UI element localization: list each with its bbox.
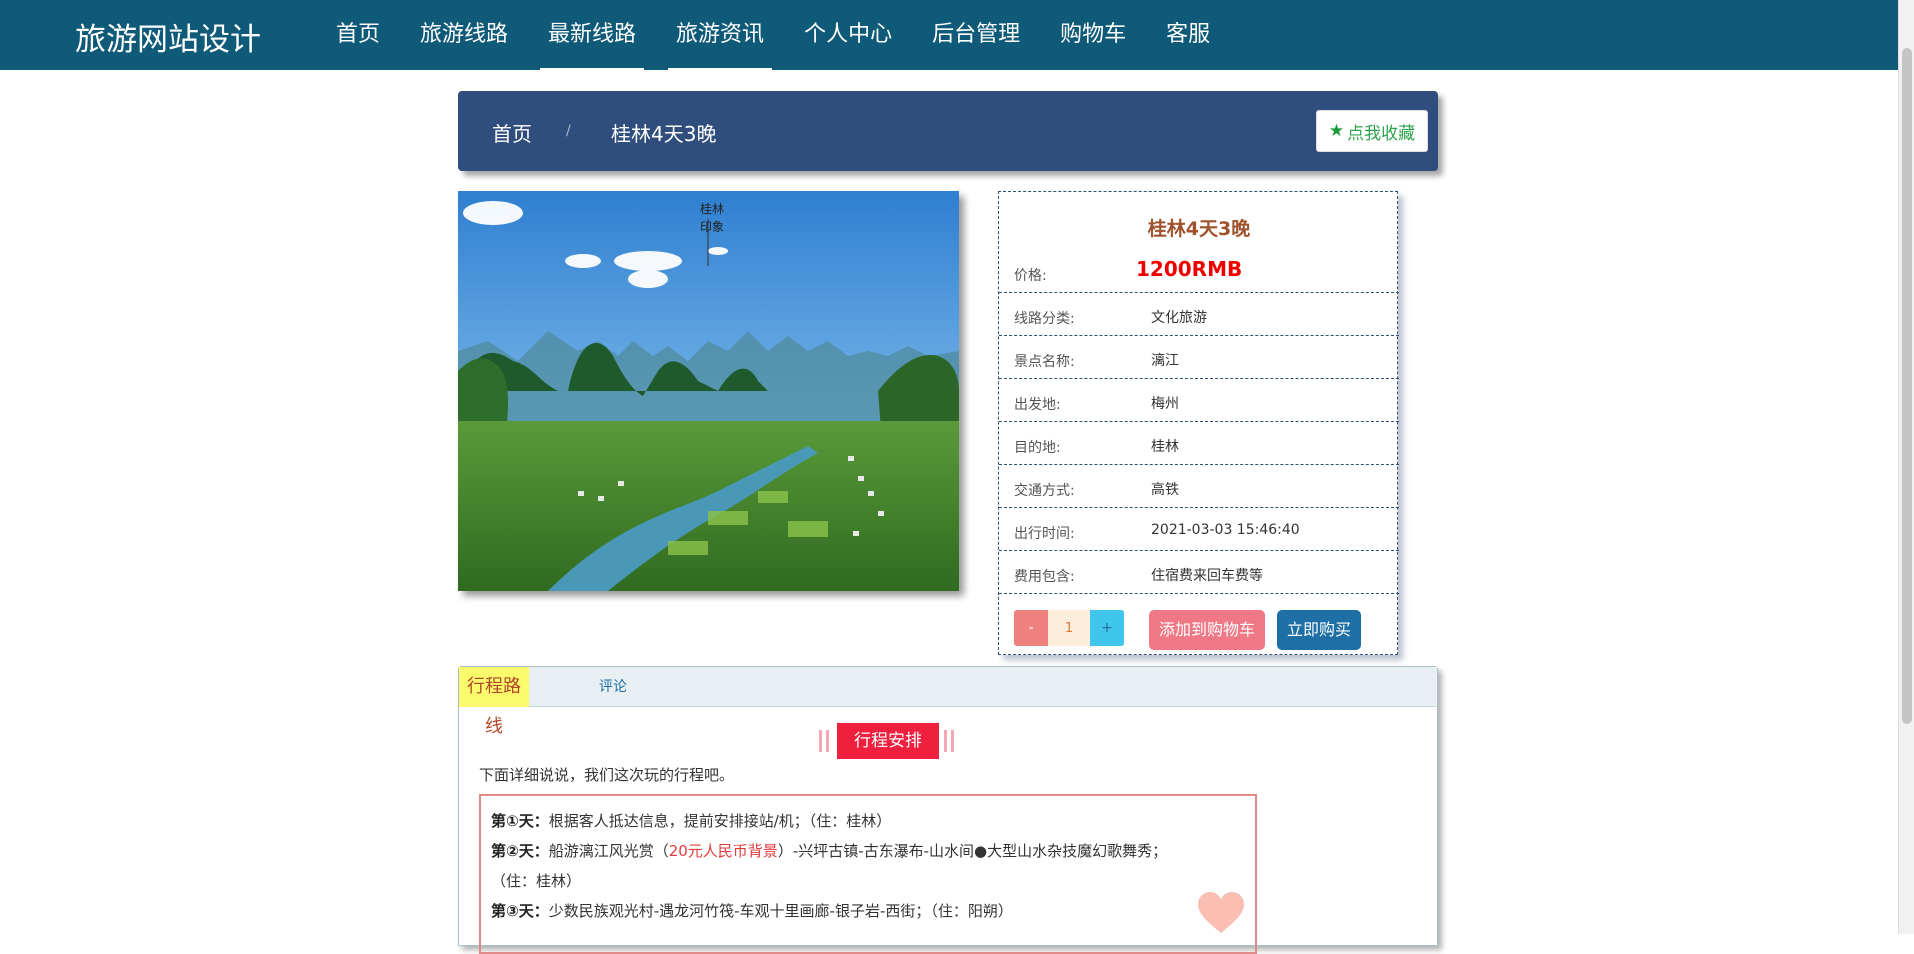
favorite-button[interactable]: ★ 点我收藏 [1316, 110, 1428, 152]
itinerary-day-2: 第②天：船游漓江风光赏（20元人民币背景）-兴坪古镇-古东瀑布-山水间●大型山水… [491, 836, 1245, 866]
buy-now-button[interactable]: 立即购买 [1277, 610, 1361, 650]
breadcrumb-current: 桂林4天3晚 [611, 122, 717, 146]
nav-latest-routes[interactable]: 最新线路 [532, 0, 652, 70]
day-label: 第②天： [491, 842, 549, 860]
detail-row-price: 价格: 1200RMB [999, 250, 1399, 293]
favorite-label: 点我收藏 [1347, 123, 1416, 144]
detail-row-destination: 目的地: 桂林 [999, 422, 1399, 465]
detail-key: 目的地: [1014, 440, 1061, 456]
breadcrumb-home[interactable]: 首页 [492, 118, 532, 147]
detail-value: 漓江 [1151, 353, 1179, 369]
nav-tour-routes[interactable]: 旅游线路 [404, 0, 524, 70]
quantity-input[interactable] [1048, 610, 1090, 646]
detail-key: 费用包含: [1014, 569, 1075, 585]
schedule-heading-label: 行程安排 [837, 723, 939, 759]
day-label: 第③天： [491, 902, 549, 920]
heart-icon [1198, 892, 1244, 933]
scrollbar-thumb[interactable] [1902, 48, 1912, 724]
day-text: 根据客人抵达信息，提前安排接站/机；（住：桂林） [548, 812, 892, 830]
nav-customer-service[interactable]: 客服 [1150, 0, 1226, 70]
detail-key: 出发地: [1014, 397, 1061, 413]
itinerary-day-1: 第①天：根据客人抵达信息，提前安排接站/机；（住：桂林） [491, 806, 1245, 836]
nav-travel-news[interactable]: 旅游资讯 [660, 0, 780, 70]
itinerary-day-3: 第③天：少数民族观光村-遇龙河竹筏-车观十里画廊-银子岩-西街；（住：阳朔） [491, 896, 1245, 926]
detail-value: 2021-03-03 15:46:40 [1151, 522, 1300, 538]
breadcrumb-separator: / [566, 123, 571, 139]
day-text: 船游漓江风光赏（ [548, 842, 669, 860]
page-scrollbar[interactable] [1898, 0, 1914, 934]
day-text: 少数民族观光村-遇龙河竹筏-车观十里画廊-银子岩-西街；（住：阳朔） [548, 902, 1013, 920]
route-details-card: 桂林4天3晚 价格: 1200RMB 线路分类: 文化旅游 景点名称: 漓江 出… [998, 191, 1399, 655]
nav-home[interactable]: 首页 [320, 0, 396, 70]
detail-row-scenic-spot: 景点名称: 漓江 [999, 336, 1399, 379]
detail-value: 文化旅游 [1151, 310, 1207, 326]
tab-bar: 行程路线 评论 [459, 667, 1437, 737]
photo-caption-2: 印象 [700, 220, 724, 234]
decor-bar [951, 730, 954, 752]
day-text: ）-兴坪古镇-古东瀑布-山水间●大型山水杂技魔幻歌舞秀； [777, 842, 1168, 860]
decor-bar [944, 730, 947, 752]
day-highlight: 20元人民币背景 [668, 842, 778, 860]
detail-key: 出行时间: [1014, 526, 1075, 542]
detail-value: 桂林 [1151, 439, 1179, 455]
site-brand[interactable]: 旅游网站设计 [75, 14, 261, 59]
itinerary-intro: 下面详细说说，我们这次玩的行程吧。 [479, 766, 735, 784]
route-title: 桂林4天3晚 [1147, 218, 1251, 240]
top-navbar: 旅游网站设计 首页 旅游线路 最新线路 旅游资讯 个人中心 后台管理 购物车 客… [0, 0, 1914, 70]
schedule-heading: 行程安排 [819, 723, 969, 759]
tab-comment[interactable]: 评论 [599, 667, 627, 707]
star-icon: ★ [1328, 121, 1345, 141]
itinerary-box: 第①天：根据客人抵达信息，提前安排接站/机；（住：桂林） 第②天：船游漓江风光赏… [479, 794, 1257, 954]
add-to-cart-button[interactable]: 添加到购物车 [1149, 610, 1265, 650]
day-label: 第①天： [491, 812, 549, 830]
detail-row-fee-includes: 费用包含: 住宿费来回车费等 [999, 551, 1399, 594]
nav-cart[interactable]: 购物车 [1044, 0, 1142, 70]
itinerary-day-2-stay: （住：桂林） [491, 872, 582, 890]
route-photo: 桂林 印象 [458, 191, 959, 591]
breadcrumb: 首页 / 桂林4天3晚 ★ 点我收藏 [458, 91, 1438, 171]
quantity-increase-button[interactable]: + [1090, 610, 1124, 646]
route-tabs-panel: 行程路线 评论 行程安排 下面详细说说，我们这次玩的行程吧。 第①天：根据客人抵… [458, 666, 1438, 954]
detail-row-travel-time: 出行时间: 2021-03-03 15:46:40 [999, 508, 1399, 551]
detail-row-departure: 出发地: 梅州 [999, 379, 1399, 422]
price-value: 1200RMB [1136, 257, 1243, 281]
photo-caption-1: 桂林 [700, 201, 724, 216]
nav-personal-center[interactable]: 个人中心 [788, 0, 908, 70]
decor-bar [826, 730, 829, 752]
quantity-decrease-button[interactable]: - [1014, 610, 1048, 646]
main-nav: 首页 旅游线路 最新线路 旅游资讯 个人中心 后台管理 购物车 客服 [320, 0, 1234, 70]
detail-key: 景点名称: [1014, 354, 1075, 370]
quantity-stepper: - + [1014, 610, 1124, 646]
decor-bar [819, 730, 822, 752]
detail-key: 价格: [1014, 268, 1047, 284]
detail-row-category: 线路分类: 文化旅游 [999, 293, 1399, 336]
detail-key: 交通方式: [1014, 483, 1075, 499]
tab-route[interactable]: 行程路线 [459, 667, 529, 737]
detail-value: 梅州 [1151, 396, 1179, 412]
detail-value: 高铁 [1151, 482, 1179, 498]
detail-row-transport: 交通方式: 高铁 [999, 465, 1399, 508]
nav-admin[interactable]: 后台管理 [916, 0, 1036, 70]
detail-value: 住宿费来回车费等 [1151, 568, 1263, 584]
detail-key: 线路分类: [1014, 311, 1075, 327]
